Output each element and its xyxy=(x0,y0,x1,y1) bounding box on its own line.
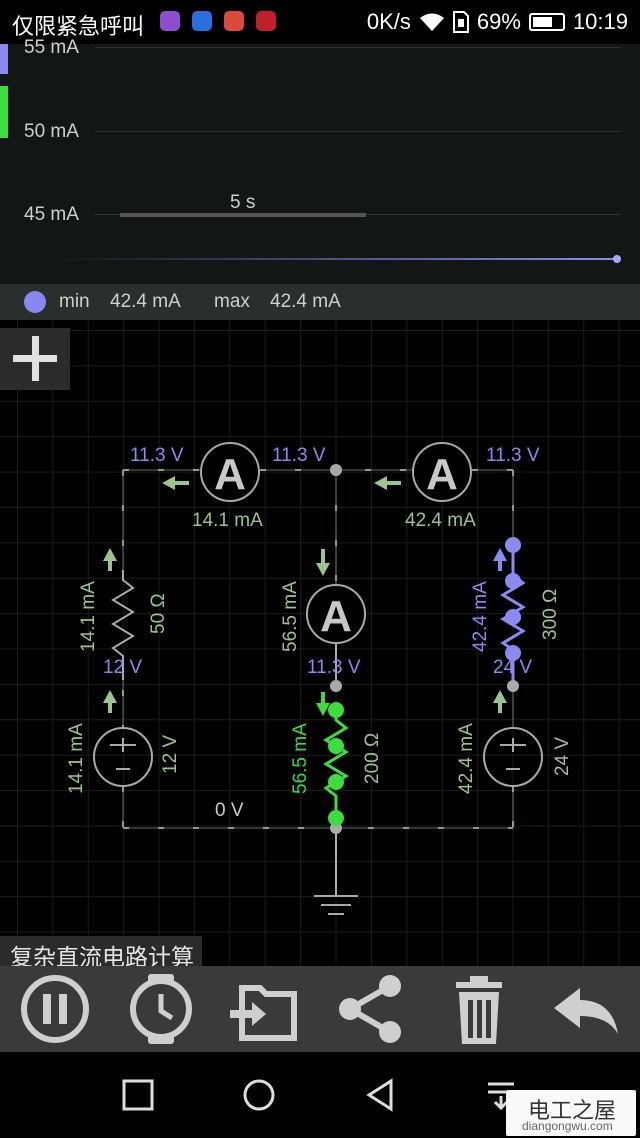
pause-icon[interactable] xyxy=(18,972,92,1046)
ground-voltage: 0 V xyxy=(215,800,244,821)
current-arrow-blue xyxy=(493,548,507,571)
add-component-button[interactable] xyxy=(0,328,70,390)
gridline xyxy=(95,131,620,132)
branch-current: 56.5 mA xyxy=(290,723,311,794)
current-graph[interactable]: 55 mA 50 mA 45 mA 5 s xyxy=(0,37,640,284)
y-axis-label: 45 mA xyxy=(24,204,79,225)
ammeter-right[interactable]: A xyxy=(412,442,472,502)
plus-icon xyxy=(32,336,39,381)
ammeter-reading: 42.4 mA xyxy=(405,510,476,531)
news-app-icon xyxy=(256,11,276,31)
battery-icon xyxy=(528,13,565,31)
resistor-value: 300 Ω xyxy=(540,589,561,640)
ammeter-left[interactable]: A xyxy=(200,442,260,502)
ammeter-reading: 14.1 mA xyxy=(192,510,263,531)
voltage-source-left[interactable] xyxy=(93,727,153,787)
source-value: 12 V xyxy=(160,735,181,774)
y-axis-label: 50 mA xyxy=(24,121,79,142)
node-voltage: 11.3 V xyxy=(307,657,361,678)
source-value: 24 V xyxy=(552,737,573,776)
node-voltage: 11.3 V xyxy=(486,445,540,466)
ammeter-glyph: A xyxy=(214,450,246,499)
node[interactable] xyxy=(330,464,342,476)
node-voltage: 24 V xyxy=(493,657,532,678)
ground-symbol xyxy=(314,828,358,915)
max-value: 42.4 mA xyxy=(270,291,341,312)
bottom-toolbar xyxy=(0,966,640,1052)
status-bar: 仅限紧急呼叫 0K/s 69% 10:19 xyxy=(0,0,640,44)
clock-time: 10:19 xyxy=(572,9,628,34)
trash-icon[interactable] xyxy=(442,972,516,1046)
watermark: 电工之屋 diangongwu.com xyxy=(506,1090,636,1136)
battery-percent: 69% xyxy=(476,9,521,34)
graph-legend: min 42.4 mA max 42.4 mA xyxy=(0,284,640,320)
gridline xyxy=(95,47,620,48)
clock-icon[interactable] xyxy=(124,972,198,1046)
ammeter-glyph: A xyxy=(320,592,352,641)
resistor-value: 50 Ω xyxy=(148,593,169,634)
import-icon[interactable] xyxy=(228,972,302,1046)
branch-current: 56.5 mA xyxy=(280,581,301,652)
branch-current: 42.4 mA xyxy=(470,581,491,652)
node[interactable] xyxy=(330,680,342,692)
undo-icon[interactable] xyxy=(550,972,624,1046)
ammeter-center[interactable]: A xyxy=(306,584,366,644)
wifi-icon xyxy=(419,13,444,31)
node[interactable] xyxy=(507,680,519,692)
time-scale-label: 5 s xyxy=(230,192,256,213)
resistor-value: 200 Ω xyxy=(362,733,383,784)
watermark-url: diangongwu.com xyxy=(522,1119,613,1133)
ammeter-glyph: A xyxy=(426,450,458,499)
sim-icon xyxy=(452,11,469,33)
branch-current: 14.1 mA xyxy=(66,723,87,794)
voltage-source-right[interactable] xyxy=(483,727,543,787)
branch-current: 42.4 mA xyxy=(456,723,477,794)
series-dot xyxy=(24,291,46,313)
min-value: 42.4 mA xyxy=(110,291,181,312)
node-voltage: 12 V xyxy=(103,657,142,678)
baidu-app-icon xyxy=(192,11,212,31)
scope-selector-green[interactable] xyxy=(0,86,8,138)
node-voltage: 11.3 V xyxy=(272,445,326,466)
back-icon[interactable] xyxy=(363,1078,397,1112)
gallery-app-icon xyxy=(160,11,180,31)
current-arrow-green xyxy=(316,692,330,716)
max-label: max xyxy=(214,291,250,312)
battery-fill xyxy=(532,17,552,27)
trace-endpoint xyxy=(613,255,621,263)
circuit-title: 复杂直流电路计算 xyxy=(0,936,202,970)
y-axis-label: 55 mA xyxy=(24,37,79,58)
circuit-diagram[interactable]: A A A 11.3 V 11.3 V 11.3 V 14.1 mA 42.4 … xyxy=(0,320,640,966)
home-icon[interactable] xyxy=(242,1078,276,1112)
branch-current: 14.1 mA xyxy=(78,581,99,652)
min-label: min xyxy=(59,291,90,312)
node-voltage: 11.3 V xyxy=(130,445,184,466)
share-icon[interactable] xyxy=(334,972,408,1046)
app-notification-icon xyxy=(224,11,244,31)
current-trace xyxy=(60,258,617,260)
scope-selector-blue[interactable] xyxy=(0,44,8,74)
recent-apps-icon[interactable] xyxy=(121,1078,155,1112)
net-speed: 0K/s xyxy=(366,9,411,34)
